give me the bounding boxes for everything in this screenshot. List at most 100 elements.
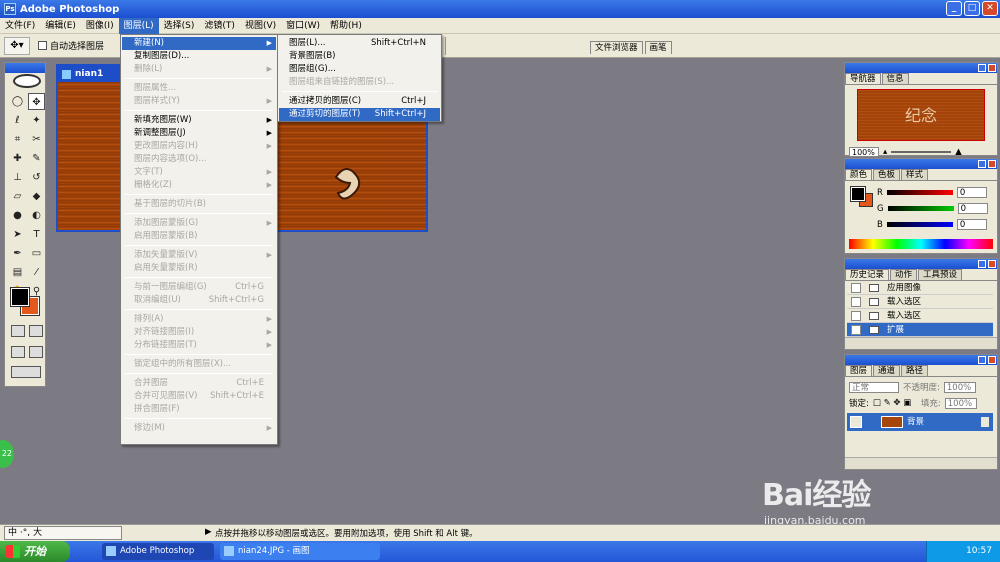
layer-menu-item[interactable]: 拼合图层(F) bbox=[122, 403, 276, 416]
tab-history[interactable]: 历史记录 bbox=[845, 269, 890, 280]
shape-tool-icon[interactable]: ▭ bbox=[28, 245, 45, 262]
close-icon[interactable] bbox=[988, 64, 996, 72]
magic-wand-tool-icon[interactable]: ✦ bbox=[28, 112, 45, 129]
layer-menu-item[interactable]: 基于图层的切片(B) bbox=[122, 198, 276, 211]
marquee-tool-icon[interactable]: ◯ bbox=[9, 93, 26, 110]
layer-menu-item[interactable]: 合并可见图层(V) Shift+Ctrl+E bbox=[122, 390, 276, 403]
standard-screen-icon[interactable] bbox=[11, 346, 25, 358]
history-snapshot-checkbox[interactable] bbox=[851, 283, 861, 293]
green-slider[interactable] bbox=[887, 206, 954, 211]
menu-select[interactable]: 选择(S) bbox=[159, 18, 200, 34]
menu-filter[interactable]: 滤镜(T) bbox=[199, 18, 240, 34]
blue-slider[interactable] bbox=[886, 222, 953, 227]
tab-tool-presets[interactable]: 工具预设 bbox=[918, 269, 963, 280]
close-icon[interactable] bbox=[988, 356, 996, 364]
new-submenu-item[interactable]: 图层组来自链接的图层(S)... bbox=[279, 76, 440, 89]
tab-paths[interactable]: 路径 bbox=[901, 365, 929, 376]
history-item[interactable]: 应用图像 bbox=[847, 281, 993, 295]
menu-view[interactable]: 视图(V) bbox=[240, 18, 281, 34]
layer-row-background[interactable]: 背景 bbox=[847, 413, 993, 431]
minimize-icon[interactable] bbox=[978, 64, 986, 72]
layer-menu-item[interactable]: 添加矢量蒙版(V) ▶ bbox=[122, 249, 276, 262]
history-item[interactable]: 载入选区 bbox=[847, 309, 993, 323]
menu-image[interactable]: 图像(I) bbox=[81, 18, 119, 34]
tab-file-browser[interactable]: 文件浏览器 bbox=[590, 41, 643, 54]
clone-stamp-icon[interactable]: ⊥ bbox=[9, 169, 26, 186]
layer-menu-item[interactable]: 锁定组中的所有图层(X)... bbox=[122, 358, 276, 371]
minimize-icon[interactable] bbox=[978, 160, 986, 168]
tab-navigator[interactable]: 导航器 bbox=[845, 73, 881, 84]
layer-menu-item[interactable]: 复制图层(D)... bbox=[122, 50, 276, 63]
layer-menu-item[interactable]: 图层内容选项(O)... bbox=[122, 153, 276, 166]
tab-layers[interactable]: 图层 bbox=[845, 365, 873, 376]
dodge-tool-icon[interactable]: ◐ bbox=[28, 207, 45, 224]
layer-menu-item[interactable]: 添加图层蒙版(G) ▶ bbox=[122, 217, 276, 230]
eyedropper-tool-icon[interactable]: ⁄ bbox=[28, 264, 45, 281]
layer-menu-item[interactable]: 合并图层 Ctrl+E bbox=[122, 377, 276, 390]
menu-file[interactable]: 文件(F) bbox=[0, 18, 40, 34]
layer-menu-item[interactable]: 新调整图层(J) ▶ bbox=[122, 127, 276, 140]
zoom-field[interactable]: 100% bbox=[849, 147, 879, 157]
tab-channels[interactable]: 通道 bbox=[873, 365, 901, 376]
layer-menu-item[interactable]: 与前一图层编组(G) Ctrl+G bbox=[122, 281, 276, 294]
floating-badge[interactable]: 22 bbox=[0, 440, 14, 468]
move-tool-preset-icon[interactable]: ✥▾ bbox=[4, 36, 30, 55]
layer-menu-item[interactable]: 对齐链接图层(I) ▶ bbox=[122, 326, 276, 339]
pen-tool-icon[interactable]: ✒ bbox=[9, 245, 26, 262]
navigator-preview[interactable]: 纪念 bbox=[857, 89, 985, 141]
lock-options[interactable]: □ ✎ ✥ ▣ bbox=[873, 398, 917, 408]
layer-menu-item[interactable]: 更改图层内容(H) ▶ bbox=[122, 140, 276, 153]
history-item-selected[interactable]: 扩展 bbox=[847, 323, 993, 337]
close-icon[interactable] bbox=[988, 160, 996, 168]
tab-info[interactable]: 信息 bbox=[881, 73, 909, 84]
move-tool-icon[interactable]: ✥ bbox=[28, 93, 45, 110]
zoom-out-icon[interactable]: ▴ bbox=[883, 147, 887, 157]
slice-tool-icon[interactable]: ✂ bbox=[28, 131, 45, 148]
layer-menu-item[interactable]: 文字(T) ▶ bbox=[122, 166, 276, 179]
brush-tool-icon[interactable]: ✎ bbox=[28, 150, 45, 167]
layer-menu-item[interactable]: 排列(A) ▶ bbox=[122, 313, 276, 326]
new-submenu-item[interactable]: 图层(L)... Shift+Ctrl+N bbox=[279, 37, 440, 50]
minimize-button[interactable]: _ bbox=[946, 1, 962, 16]
layer-menu-item[interactable]: 新填充图层(W) ▶ bbox=[122, 114, 276, 127]
layer-menu-item[interactable]: 新建(N) ▶ bbox=[122, 37, 276, 50]
full-screen-menu-icon[interactable] bbox=[29, 346, 43, 358]
foreground-color-swatch[interactable] bbox=[10, 287, 30, 307]
healing-brush-icon[interactable]: ✚ bbox=[9, 150, 26, 167]
color-fg-swatch[interactable] bbox=[850, 186, 866, 202]
adobe-eye-icon[interactable] bbox=[13, 74, 41, 88]
toolbox-header[interactable] bbox=[5, 63, 45, 73]
layer-menu-item[interactable]: 删除(L) ▶ bbox=[122, 63, 276, 76]
layer-menu-item[interactable]: 启用矢量蒙版(R) bbox=[122, 262, 276, 275]
layer-menu-item[interactable]: 取消编组(U) Shift+Ctrl+G bbox=[122, 294, 276, 307]
menu-window[interactable]: 窗口(W) bbox=[281, 18, 325, 34]
tab-actions[interactable]: 动作 bbox=[890, 269, 918, 280]
red-slider[interactable] bbox=[886, 190, 953, 195]
ime-toolbar[interactable]: 中 ·°, 大 bbox=[4, 526, 122, 540]
jump-to-imageready-icon[interactable] bbox=[11, 366, 41, 378]
zoom-slider[interactable] bbox=[891, 151, 952, 153]
auto-select-checkbox[interactable] bbox=[38, 41, 47, 50]
standard-mode-icon[interactable] bbox=[11, 325, 25, 337]
menu-edit[interactable]: 编辑(E) bbox=[40, 18, 81, 34]
task-paint[interactable]: nian24.JPG - 画图 bbox=[220, 543, 380, 560]
layer-menu-item[interactable]: 启用图层蒙版(B) bbox=[122, 230, 276, 243]
layer-menu-item[interactable]: 修边(M) ▶ bbox=[122, 422, 276, 435]
layer-menu-item[interactable]: 栅格化(Z) ▶ bbox=[122, 179, 276, 192]
layer-menu-item[interactable]: 分布链接图层(T) ▶ bbox=[122, 339, 276, 352]
layer-menu-item[interactable]: 图层属性... bbox=[122, 82, 276, 95]
layers-palette-header[interactable] bbox=[845, 355, 997, 365]
menu-layer[interactable]: 图层(L) bbox=[118, 17, 159, 34]
tab-swatches[interactable]: 色板 bbox=[873, 169, 901, 180]
path-select-icon[interactable]: ➤ bbox=[9, 226, 26, 243]
green-value-input[interactable]: 0 bbox=[957, 203, 988, 214]
paint-bucket-icon[interactable]: ◆ bbox=[28, 188, 45, 205]
opacity-input[interactable]: 100% bbox=[943, 381, 976, 393]
close-icon[interactable] bbox=[988, 260, 996, 268]
new-submenu-item[interactable]: 通过剪切的图层(T) Shift+Ctrl+J bbox=[279, 108, 440, 121]
zoom-in-icon[interactable]: ▲ bbox=[955, 147, 962, 157]
color-palette-header[interactable] bbox=[845, 159, 997, 169]
lasso-tool-icon[interactable]: ℓ bbox=[9, 112, 26, 129]
fill-input[interactable]: 100% bbox=[944, 397, 977, 409]
eraser-tool-icon[interactable]: ▱ bbox=[9, 188, 26, 205]
